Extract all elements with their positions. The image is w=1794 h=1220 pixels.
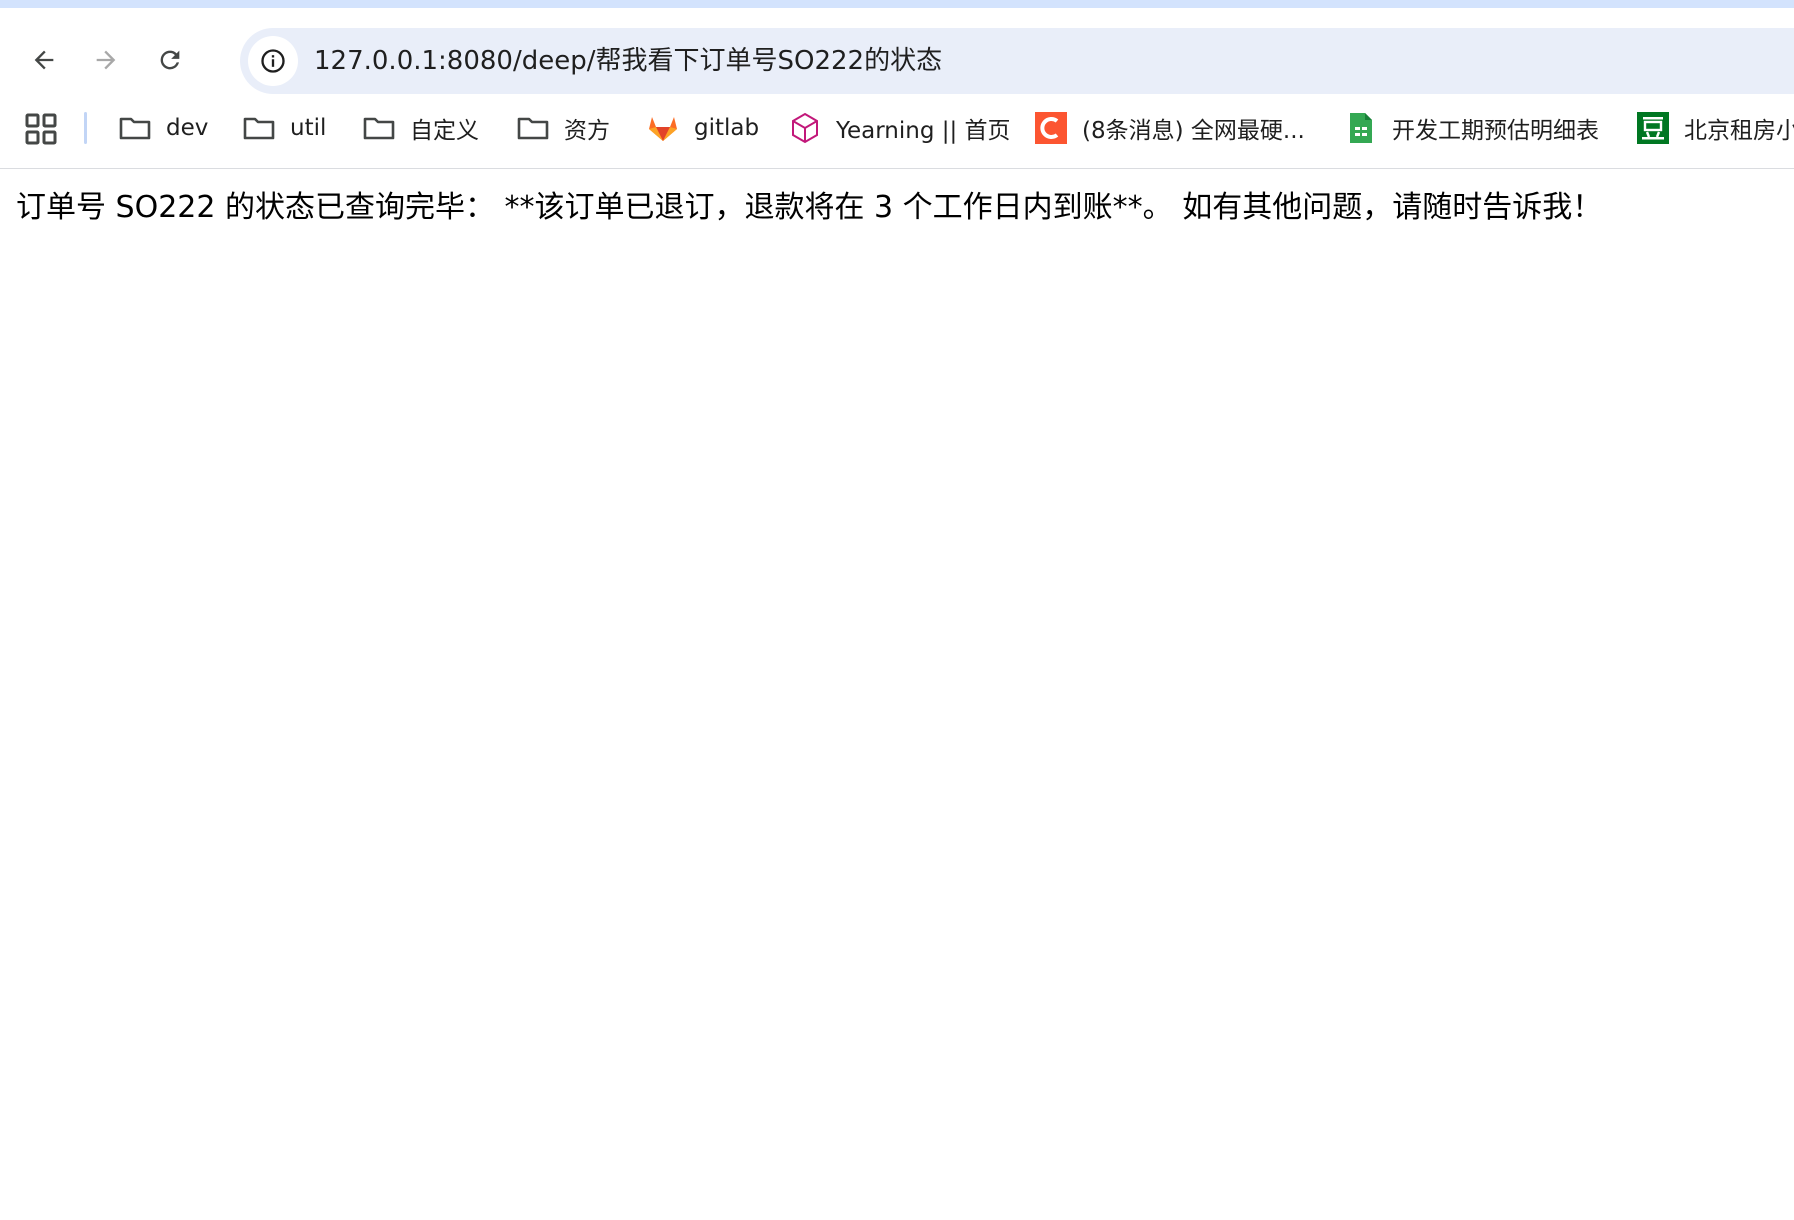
bookmark-label: gitlab bbox=[694, 115, 760, 141]
bookmark-label: 资方 bbox=[564, 118, 610, 144]
bookmark-label: dev bbox=[166, 115, 209, 141]
bookmark-folder-dev[interactable]: dev bbox=[118, 106, 208, 150]
folder-icon bbox=[118, 111, 152, 145]
bookmark-label: Yearning || 首页 bbox=[836, 118, 1011, 144]
info-circle-icon bbox=[261, 49, 285, 73]
url-text[interactable]: 127.0.0.1:8080/deep/帮我看下订单号SO222的状态 bbox=[314, 28, 942, 94]
bookmark-csdn[interactable]: (8条消息) 全网最硬... bbox=[1034, 106, 1305, 150]
reload-button[interactable] bbox=[148, 38, 192, 82]
yearning-icon bbox=[788, 111, 822, 145]
gitlab-icon bbox=[646, 111, 680, 145]
bookmark-label: (8条消息) 全网最硬... bbox=[1082, 118, 1305, 144]
arrow-left-icon bbox=[34, 50, 54, 70]
folder-icon bbox=[242, 111, 276, 145]
bookmark-folder-custom[interactable]: 自定义 bbox=[362, 106, 479, 150]
browser-toolbar: 127.0.0.1:8080/deep/帮我看下订单号SO222的状态 bbox=[0, 8, 1794, 100]
spreadsheet-icon bbox=[1344, 111, 1378, 145]
folder-icon bbox=[516, 111, 550, 145]
bookmark-label: util bbox=[290, 115, 327, 141]
folder-icon bbox=[362, 111, 396, 145]
bookmark-gitlab[interactable]: gitlab bbox=[646, 106, 759, 150]
site-info-button[interactable] bbox=[248, 36, 298, 86]
bookmark-douban[interactable]: 北京租房小 bbox=[1636, 106, 1794, 150]
back-button[interactable] bbox=[22, 38, 66, 82]
bookmark-label: 北京租房小 bbox=[1684, 118, 1794, 144]
arrow-right-icon bbox=[96, 50, 116, 70]
window-frame bbox=[0, 0, 1794, 8]
address-bar[interactable]: 127.0.0.1:8080/deep/帮我看下订单号SO222的状态 bbox=[240, 28, 1794, 94]
bookmark-label: 开发工期预估明细表 bbox=[1392, 118, 1599, 144]
bookmark-dev-schedule-sheet[interactable]: 开发工期预估明细表 bbox=[1344, 106, 1599, 150]
bookmark-label: 自定义 bbox=[410, 118, 479, 144]
apps-grid-icon[interactable] bbox=[24, 112, 58, 146]
page-content: 订单号 SO222 的状态已查询完毕： **该订单已退订，退款将在 3 个工作日… bbox=[16, 186, 1784, 230]
order-status-message: 订单号 SO222 的状态已查询完毕： **该订单已退订，退款将在 3 个工作日… bbox=[16, 190, 1603, 225]
bookmarks-separator bbox=[84, 112, 87, 144]
forward-button[interactable] bbox=[84, 38, 128, 82]
reload-icon bbox=[160, 50, 180, 70]
douban-icon bbox=[1636, 111, 1670, 145]
csdn-icon bbox=[1034, 111, 1068, 145]
bookmark-yearning[interactable]: Yearning || 首页 bbox=[788, 106, 1011, 150]
bookmark-folder-util[interactable]: util bbox=[242, 106, 326, 150]
bookmark-folder-investors[interactable]: 资方 bbox=[516, 106, 610, 150]
